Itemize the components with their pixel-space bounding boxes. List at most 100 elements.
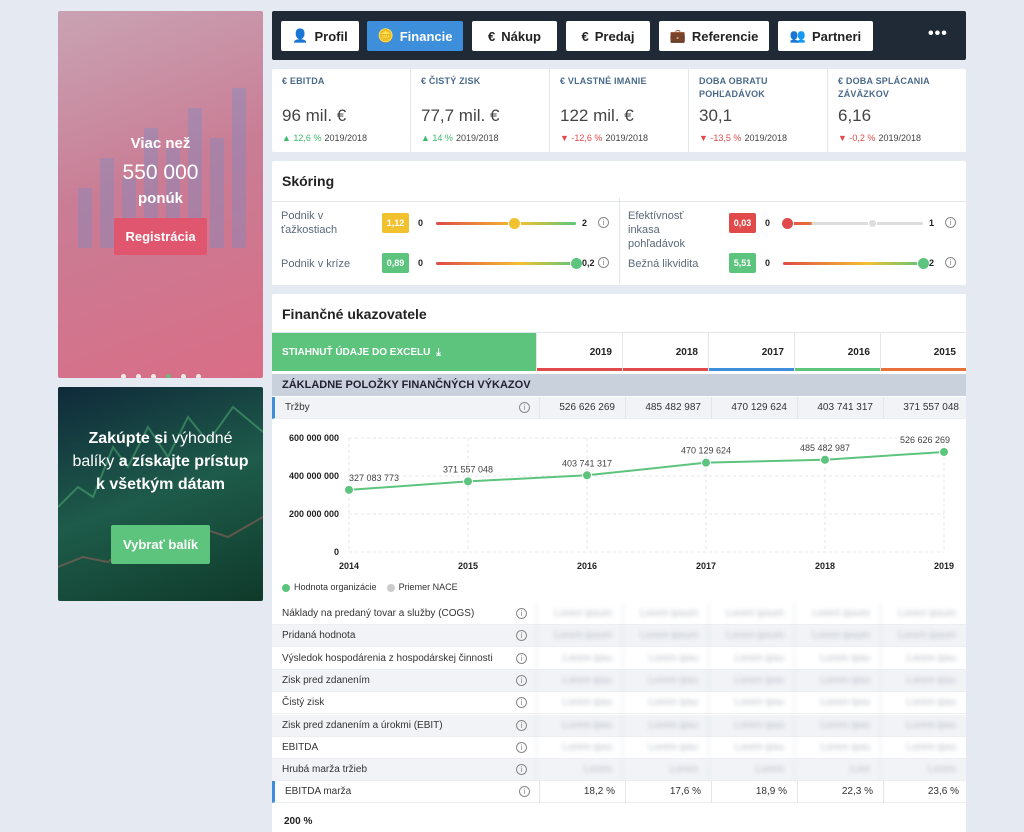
carousel-dot[interactable]	[165, 374, 171, 378]
table-cell: Lorem ipsum	[880, 625, 966, 648]
data-point[interactable]	[820, 454, 830, 465]
revenue-line-chart: 0 200 000 000 400 000 000 600 000 000 2014 20…	[289, 433, 954, 571]
fin-title: Finančné ukazovatele	[282, 306, 427, 322]
data-point[interactable]	[344, 484, 354, 495]
tab-partneri[interactable]: 👥 Partneri	[778, 21, 873, 51]
legend-item-nace[interactable]: Priemer NACE	[386, 582, 458, 592]
carousel-dot[interactable]	[135, 374, 141, 378]
table-cell: Lorem ipsum	[622, 625, 708, 648]
carousel-dot[interactable]	[120, 374, 126, 378]
tab-financie[interactable]: 🪙 Financie	[367, 21, 463, 51]
table-row[interactable]: Výsledok hospodárenia z hospodárskej čin…	[272, 647, 966, 670]
table-row[interactable]: Tržby i 526 626 269 485 482 987 470 129 624 4…	[272, 397, 966, 419]
scoring-max: 1	[929, 218, 935, 228]
kpi-period: 2019/2018	[605, 133, 648, 143]
kpi-change: ▼ -13,5 % 2019/2018	[699, 133, 787, 143]
scoring-badge: 1,12	[382, 213, 409, 233]
more-menu-icon[interactable]: •••	[928, 25, 948, 43]
register-button[interactable]: Registrácia	[114, 218, 207, 255]
info-icon[interactable]: i	[516, 652, 527, 664]
y-tick-label: 400 000 000	[289, 471, 339, 481]
promo-line1: Viac než	[130, 135, 191, 152]
scoring-item: Podnik v kríze 0,89 0 0,2 i	[272, 249, 619, 279]
info-icon[interactable]: i	[945, 217, 956, 228]
year-header: 2017	[708, 333, 794, 371]
info-icon[interactable]: i	[519, 786, 530, 798]
table-row[interactable]: Pridaná hodnota i Lorem ipsum Lorem ipsum Lo…	[272, 625, 966, 648]
carousel-dot[interactable]	[150, 374, 156, 378]
tab-nakup[interactable]: € Nákup	[472, 21, 557, 51]
kpi-card: € ČISTÝ ZISK 77,7 mil. € ▲ 14 % 2019/2018	[411, 69, 550, 152]
table-row[interactable]: Náklady na predaný tovar a služby (COGS)…	[272, 603, 966, 625]
table-cell: Lorem ipsu	[794, 714, 880, 737]
year-color-bar	[881, 368, 966, 371]
kpi-label: DOBA OBRATU POHĽADÁVOK	[699, 76, 768, 99]
user-icon: 👤	[292, 28, 309, 43]
info-icon[interactable]: i	[516, 719, 527, 731]
table-cell: Lorem ipsum	[880, 603, 966, 625]
info-icon[interactable]: i	[598, 257, 609, 268]
info-icon[interactable]: i	[945, 257, 956, 268]
info-icon[interactable]: i	[516, 764, 527, 776]
table-row[interactable]: Hrubá marža tržieb i Lorem Lorem Lorem Lore Lo…	[272, 759, 966, 782]
table-cell: Lorem ipsu	[622, 647, 708, 670]
triangle-down-icon: ▼	[560, 133, 572, 143]
row-label: Tržby	[285, 402, 310, 413]
kpi-value: 77,7 mil. €	[421, 106, 500, 125]
table-cell: Lorem ipsu	[880, 692, 966, 715]
tab-referencie[interactable]: 💼 Referencie	[659, 21, 769, 51]
table-row[interactable]: EBITDA i Lorem ipsu Lorem ipsu Lorem ipsu Lor…	[272, 736, 966, 759]
table-cell: Lorem ipsum	[622, 603, 708, 625]
row-label: Hrubá marža tržieb	[282, 764, 368, 776]
series-line	[348, 450, 945, 491]
info-icon[interactable]: i	[516, 674, 527, 686]
info-icon[interactable]: i	[598, 217, 609, 228]
data-label: 371 557 048	[443, 464, 493, 474]
table-row[interactable]: Čistý zisk i Lorem ipsu Lorem ipsu Lorem ips…	[272, 692, 966, 715]
choose-package-button[interactable]: Vybrať balík	[111, 525, 210, 564]
scoring-item: Efektívnosť inkasa pohľadávok 0,03 0 1 i	[619, 209, 966, 250]
info-icon[interactable]: i	[516, 741, 527, 753]
scoring-card: Skóring Podnik v ťažkostiach 1,12 0 2 i Efekt…	[272, 161, 966, 285]
table-cell: Lorem ipsu	[794, 647, 880, 670]
carousel-dot[interactable]	[180, 374, 186, 378]
data-point[interactable]	[582, 470, 592, 481]
row-label: EBITDA marža	[285, 786, 352, 798]
x-tick-label: 2014	[339, 561, 359, 571]
table-cell: Lorem ipsu	[622, 736, 708, 759]
x-tick-label: 2017	[696, 561, 716, 571]
legend-item-organization[interactable]: Hodnota organizácie	[282, 582, 377, 592]
data-label: 327 083 773	[349, 473, 399, 483]
chart-legend: Hodnota organizácie Priemer NACE	[282, 582, 458, 592]
year-header: 2019	[536, 333, 622, 371]
top-navigation: 👤 Profil 🪙 Financie € Nákup € Predaj 💼 Refere…	[272, 11, 966, 60]
scoring-badge: 0,89	[382, 253, 409, 273]
tab-profil[interactable]: 👤 Profil	[281, 21, 359, 51]
carousel-dot[interactable]	[195, 374, 201, 378]
scoring-label: Bežná likvidita	[628, 258, 699, 270]
table-row[interactable]: Zisk pred zdanením i Lorem ipsu Lorem ipsu L…	[272, 669, 966, 692]
info-icon[interactable]: i	[516, 608, 527, 619]
scoring-knob	[508, 217, 522, 230]
tab-predaj[interactable]: € Predaj	[566, 21, 650, 51]
data-point[interactable]	[463, 476, 473, 487]
scoring-track	[436, 262, 576, 265]
info-icon[interactable]: i	[519, 402, 530, 413]
table-cell: Lorem ipsu	[536, 669, 622, 692]
kpi-period: 2019/2018	[744, 133, 787, 143]
download-excel-button[interactable]: STIAHNUŤ ÚDAJE DO EXCELU ⤓	[272, 333, 536, 371]
info-icon[interactable]: i	[516, 697, 527, 709]
kpi-strip: € EBITDA 96 mil. € ▲ 12,6 % 2019/2018 € ČIST…	[272, 69, 966, 152]
year-label: 2015	[933, 346, 956, 358]
row-label: Čistý zisk	[282, 697, 325, 709]
info-icon[interactable]: i	[516, 630, 527, 642]
table-cell: Lorem ipsu	[536, 692, 622, 715]
table-row[interactable]: Zisk pred zdanením a úrokmi (EBIT) i Lorem…	[272, 714, 966, 737]
data-point[interactable]	[939, 446, 949, 457]
scoring-max: 2	[929, 258, 935, 268]
table-cell: Lorem ipsu	[794, 736, 880, 759]
table-row[interactable]: EBITDA marža i 18,2 % 17,6 % 18,9 % 22,3 % 23,…	[272, 781, 966, 804]
kpi-change: ▼ -12,6 % 2019/2018	[560, 133, 648, 143]
data-point[interactable]	[701, 457, 711, 468]
table-cell: Lorem ipsu	[708, 714, 794, 737]
